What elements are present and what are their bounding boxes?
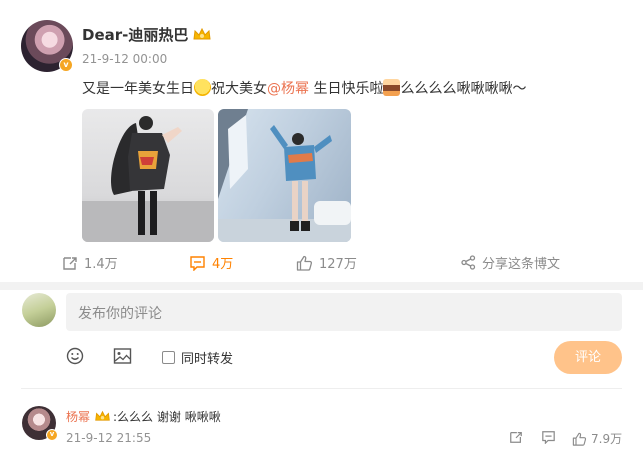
current-user-avatar[interactable] — [22, 293, 56, 327]
comment-author-name[interactable]: 杨幂 — [66, 410, 90, 424]
comment-reply-button[interactable] — [541, 430, 556, 444]
share-icon — [461, 255, 476, 270]
share-button[interactable]: 分享这条博文 — [461, 253, 560, 272]
comment-text: :么么么 谢谢 啾啾啾 — [113, 410, 221, 424]
image-icon — [113, 348, 132, 364]
comment-divider — [21, 388, 622, 389]
like-icon — [572, 432, 587, 446]
comment-button[interactable]: 4万 — [189, 253, 233, 272]
woman-photo-graphic — [82, 116, 214, 242]
crown-icon — [95, 410, 110, 421]
comment-line: 杨幂 :么么么 谢谢 啾啾啾 — [66, 408, 221, 425]
verified-icon: v — [46, 429, 58, 441]
post-image-1[interactable] — [82, 109, 214, 242]
post-author-name[interactable]: Dear-迪丽热巴 — [82, 24, 212, 45]
comment-like-button[interactable]: 7.9万 — [572, 430, 622, 447]
post-image-2[interactable] — [218, 109, 351, 242]
comment-repost-button[interactable] — [509, 430, 523, 444]
cake-emoji-icon — [383, 79, 401, 96]
submit-comment-button[interactable]: 评论 — [554, 341, 622, 374]
post-text: 又是一年美女生日 祝大美女@杨幂 生日快乐啦 么么么么啾啾啾啾～ — [82, 79, 527, 97]
repost-option-label: 同时转发 — [181, 352, 234, 367]
verified-icon: v — [59, 58, 73, 72]
comment-author-avatar[interactable]: v — [22, 406, 58, 441]
crown-icon — [193, 27, 211, 40]
like-icon — [296, 255, 313, 271]
comment-timestamp: 21-9-12 21:55 — [66, 431, 152, 445]
like-count: 127万 — [319, 257, 357, 272]
repost-button[interactable]: 1.4万 — [62, 253, 118, 272]
post-timestamp[interactable]: 21-9-12 00:00 — [82, 52, 167, 66]
comment-icon — [542, 431, 555, 444]
repost-count: 1.4万 — [84, 257, 118, 272]
repost-icon — [510, 432, 522, 443]
emoji-icon — [66, 347, 84, 365]
image-upload-button[interactable] — [113, 347, 132, 365]
emoji-button[interactable] — [66, 347, 84, 365]
repost-icon — [63, 256, 77, 270]
post-author-avatar[interactable]: v — [21, 20, 73, 72]
share-label: 分享这条博文 — [482, 257, 561, 272]
comment-icon — [190, 255, 205, 271]
room-photo-graphic — [218, 109, 351, 242]
comment-count: 4万 — [212, 257, 234, 272]
repost-checkbox[interactable] — [162, 351, 175, 364]
surprised-emoji-icon — [194, 79, 211, 96]
mention-link[interactable]: @杨幂 — [267, 81, 309, 97]
repost-option[interactable]: 同时转发 — [162, 348, 233, 367]
comment-like-count: 7.9万 — [591, 432, 623, 446]
comment-input[interactable]: 发布你的评论 — [66, 293, 622, 331]
like-button[interactable]: 127万 — [296, 253, 357, 272]
section-divider — [0, 282, 643, 290]
